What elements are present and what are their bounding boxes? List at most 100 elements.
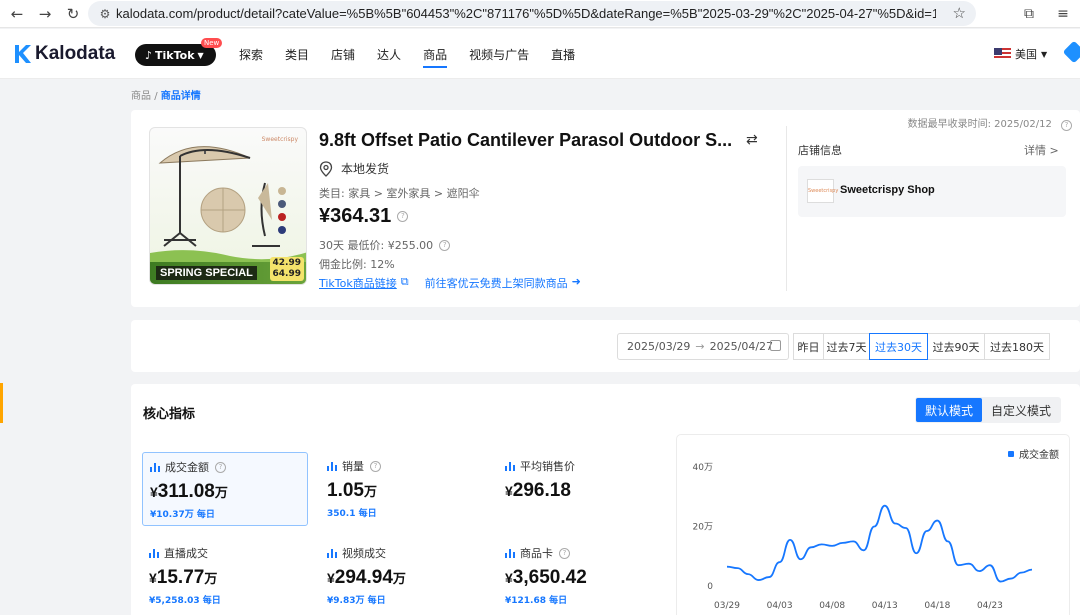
info-icon[interactable]: ? xyxy=(397,211,409,222)
logo-text: Kalodata xyxy=(35,43,116,64)
data-point[interactable] xyxy=(1029,567,1035,573)
back-icon[interactable]: ← xyxy=(6,3,28,25)
period-button[interactable]: 过去30天 xyxy=(869,333,928,360)
calendar-icon[interactable] xyxy=(770,340,781,351)
data-point[interactable] xyxy=(976,568,982,574)
nav-item[interactable]: 商品 xyxy=(423,46,448,68)
arrow-right-circle-icon[interactable]: ➜ xyxy=(572,275,581,291)
data-point[interactable] xyxy=(913,550,919,556)
main-nav: 探索 类目 店铺 达人 商品 视频与广告 直播 xyxy=(239,46,597,68)
record-time-text: 数据最早收录时间: 2025/02/12 xyxy=(907,119,1052,130)
info-icon[interactable]: ? xyxy=(370,460,381,472)
data-point[interactable] xyxy=(756,577,762,583)
data-point[interactable] xyxy=(924,528,930,534)
data-point[interactable] xyxy=(997,579,1003,585)
data-point[interactable] xyxy=(735,565,741,571)
shop-logo: Sweetcrispy xyxy=(807,179,838,203)
location-pin-icon xyxy=(319,160,333,177)
period-button[interactable]: 过去7天 xyxy=(823,333,870,360)
metric-value: ¥311.08万 xyxy=(150,481,307,503)
shop-card[interactable]: Sweetcrispy Sweetcrispy Shop xyxy=(798,166,1066,217)
nav-item[interactable]: 视频与广告 xyxy=(469,46,529,68)
data-point[interactable] xyxy=(777,559,783,565)
default-mode-button[interactable]: 默认模式 xyxy=(916,398,983,422)
data-point[interactable] xyxy=(1018,570,1024,576)
data-point[interactable] xyxy=(987,562,993,568)
metric-tile[interactable]: 平均销售价 ¥296.18 xyxy=(498,452,664,526)
x-tick-label: 03/29 xyxy=(714,601,740,611)
data-point[interactable] xyxy=(882,503,888,509)
date-range-picker[interactable]: 2025/03/29 → 2025/04/27 xyxy=(617,333,789,360)
side-feedback-tab[interactable] xyxy=(0,383,3,423)
info-icon[interactable]: ? xyxy=(559,547,570,559)
image-price-2: 64.99 xyxy=(272,269,301,279)
date-start[interactable]: 2025/03/29 xyxy=(627,340,690,353)
data-point[interactable] xyxy=(1008,576,1014,582)
data-point[interactable] xyxy=(892,521,898,527)
breadcrumb-separator: / xyxy=(154,91,158,102)
nav-item[interactable]: 探索 xyxy=(239,46,263,68)
kalodata-logo[interactable]: Kalodata xyxy=(14,43,115,65)
nav-item[interactable]: 达人 xyxy=(377,46,401,68)
extensions-icon[interactable]: ⧉ xyxy=(1012,6,1046,22)
metric-tile[interactable]: 成交金额? ¥311.08万 ¥10.37万 每日 xyxy=(142,452,308,526)
tiktok-product-link[interactable]: TikTok商品链接 xyxy=(319,275,397,291)
vip-diamond-icon[interactable] xyxy=(1062,40,1080,64)
reload-icon[interactable]: ↻ xyxy=(62,3,84,25)
kyy-listing-link[interactable]: 前往客优云免费上架同款商品 xyxy=(425,275,568,291)
forward-icon[interactable]: → xyxy=(34,3,56,25)
info-icon[interactable]: ? xyxy=(439,239,451,251)
translate-icon[interactable]: ⇄ xyxy=(746,132,758,148)
tiktok-label: TikTok xyxy=(155,48,195,62)
metric-tile[interactable]: 商品卡? ¥3,650.42 ¥121.68 每日 xyxy=(498,539,664,613)
data-point[interactable] xyxy=(819,541,825,547)
address-bar[interactable]: ⚙ kalodata.com/product/detail?cateValue=… xyxy=(88,1,976,26)
date-arrow: → xyxy=(695,340,705,353)
data-point[interactable] xyxy=(787,537,793,543)
data-point[interactable] xyxy=(850,538,856,544)
nav-item[interactable]: 直播 xyxy=(551,46,575,68)
link-icon[interactable]: ⧉ xyxy=(401,275,409,291)
period-button[interactable]: 过去180天 xyxy=(984,333,1050,360)
metric-tile[interactable]: 销量? 1.05万 350.1 每日 xyxy=(320,452,486,526)
data-point[interactable] xyxy=(903,525,909,531)
data-point[interactable] xyxy=(966,561,972,567)
data-point[interactable] xyxy=(798,556,804,562)
nav-item[interactable]: 类目 xyxy=(285,46,309,68)
data-point[interactable] xyxy=(934,518,940,524)
data-point[interactable] xyxy=(945,538,951,544)
data-point[interactable] xyxy=(955,562,961,568)
chart-legend[interactable]: 成交金额 xyxy=(1008,446,1059,461)
period-button[interactable]: 过去90天 xyxy=(927,333,985,360)
chart-svg: 0 20万 40万 03/29 04/03 04/08 04/13 04/18 04/23 xyxy=(693,463,1035,611)
product-image[interactable]: Sweetcrispy SPRING SPECIAL 42.99 64.99 xyxy=(149,127,307,285)
metric-tile[interactable]: 直播成交 ¥15.77万 ¥5,258.03 每日 xyxy=(142,539,308,613)
data-point[interactable] xyxy=(829,543,835,549)
info-icon[interactable]: ? xyxy=(215,461,226,473)
nav-item[interactable]: 店铺 xyxy=(331,46,355,68)
language-selector[interactable]: 美国 ▼ xyxy=(994,46,1047,62)
url-text[interactable]: kalodata.com/product/detail?cateValue=%5… xyxy=(116,6,936,21)
data-point[interactable] xyxy=(840,540,846,546)
bookmark-star-icon[interactable]: ☆ xyxy=(953,4,966,22)
shop-detail-link[interactable]: 详情 > xyxy=(1024,142,1059,158)
data-point[interactable] xyxy=(766,574,772,580)
custom-mode-button[interactable]: 自定义模式 xyxy=(982,398,1060,422)
data-point[interactable] xyxy=(808,544,814,550)
data-point[interactable] xyxy=(724,564,730,570)
site-settings-icon[interactable]: ⚙ xyxy=(94,7,116,21)
data-point[interactable] xyxy=(861,547,867,553)
shop-name[interactable]: Sweetcrispy Shop xyxy=(840,184,935,196)
media-icon[interactable]: ≡ xyxy=(1046,6,1080,22)
sales-trend-chart: 成交金额 0 20万 40万 03/29 04/03 04/08 04/13 04/18 04/… xyxy=(676,434,1070,615)
date-end[interactable]: 2025/04/27 xyxy=(710,340,773,353)
period-button[interactable]: 昨日 xyxy=(793,333,824,360)
metric-currency: ¥ xyxy=(505,483,513,499)
data-point[interactable] xyxy=(871,524,877,530)
info-icon[interactable]: ? xyxy=(1061,120,1072,131)
series-line[interactable] xyxy=(726,504,1033,583)
metric-tile[interactable]: 视频成交 ¥294.94万 ¥9.83万 每日 xyxy=(320,539,486,613)
x-tick-label: 04/13 xyxy=(872,601,898,611)
data-point[interactable] xyxy=(745,571,751,577)
breadcrumb-parent[interactable]: 商品 xyxy=(131,91,151,102)
